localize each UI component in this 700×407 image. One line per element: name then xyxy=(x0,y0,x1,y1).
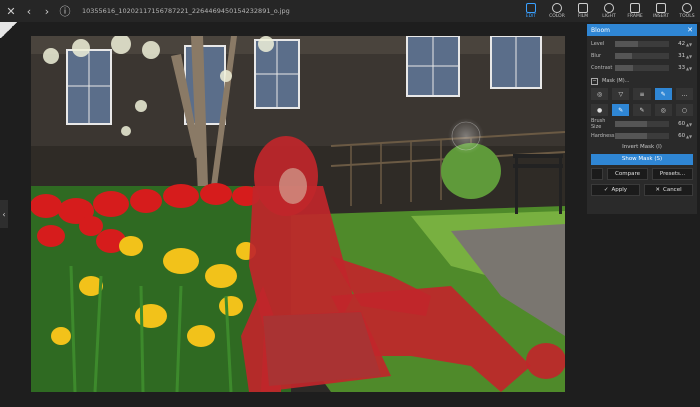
photo-preview xyxy=(31,36,565,392)
file-name: 10355616_10202117156787221_2264469450154… xyxy=(82,7,290,15)
cancel-button[interactable]: ✕ Cancel xyxy=(644,184,693,196)
apply-button[interactable]: ✓ Apply xyxy=(591,184,640,196)
tab-tools-label: TOOLS xyxy=(679,14,695,19)
invert-mask-button[interactable]: Invert Mask (I) xyxy=(587,142,697,153)
tab-film-label: FILM xyxy=(577,14,589,19)
slider-value[interactable]: 60 xyxy=(669,121,685,127)
info-icon[interactable]: ⓘ xyxy=(58,4,72,18)
close-icon[interactable]: ✕ xyxy=(687,26,693,34)
slider-level: Level 42 ▲▼ xyxy=(587,38,697,50)
spinner-icon[interactable]: ▲▼ xyxy=(685,42,693,47)
bloom-panel: Bloom ✕ Level 42 ▲▼ Blur 31 ▲▼ Contrast … xyxy=(587,24,697,214)
tools-icon xyxy=(682,3,692,13)
frame-icon xyxy=(630,3,640,13)
show-mask-button[interactable]: Show Mask (S) xyxy=(591,154,693,165)
tab-light-label: LIGHT xyxy=(602,14,616,19)
tab-color[interactable]: COLOR xyxy=(544,0,570,22)
spinner-icon[interactable]: ▲▼ xyxy=(685,122,693,127)
slider-fill xyxy=(614,121,648,127)
hardness-slider[interactable] xyxy=(614,133,670,139)
apply-label: Apply xyxy=(611,187,628,193)
slider-label: Level xyxy=(591,41,605,47)
close-icon: ✕ xyxy=(655,187,660,193)
compare-row: Compare Presets... xyxy=(587,166,697,182)
slider-fill xyxy=(614,65,633,71)
slider-value[interactable]: 42 xyxy=(669,41,685,47)
slider-label: Hardness xyxy=(591,133,615,139)
contrast-slider[interactable] xyxy=(614,65,670,71)
tab-edit-label: EDIT xyxy=(525,14,537,19)
corner-badge[interactable] xyxy=(0,22,18,38)
gradient-mask-icon[interactable]: ▽ xyxy=(612,88,630,100)
spinner-icon[interactable]: ▲▼ xyxy=(685,66,693,71)
slider-value[interactable]: 60 xyxy=(669,133,685,139)
tab-color-label: COLOR xyxy=(549,14,565,19)
back-arrow-icon[interactable]: ‹ xyxy=(22,4,36,18)
insert-icon xyxy=(656,3,666,13)
close-icon[interactable]: ✕ xyxy=(4,4,18,18)
sliders-icon xyxy=(526,3,536,13)
forward-arrow-icon[interactable]: › xyxy=(40,4,54,18)
film-icon xyxy=(578,3,588,13)
slider-brush-size: Brush Size 60 ▲▼ xyxy=(587,118,697,130)
panel-header: Bloom ✕ xyxy=(587,24,697,36)
history-icon[interactable] xyxy=(591,168,603,180)
mask-label[interactable]: Mask (M)... xyxy=(602,78,629,84)
ring-brush-icon[interactable]: ○ xyxy=(675,104,694,116)
collapse-icon[interactable]: − xyxy=(591,77,598,85)
slider-label: Blur xyxy=(591,53,602,59)
brush-size-slider[interactable] xyxy=(614,121,670,127)
tab-light[interactable]: LIGHT xyxy=(596,0,622,22)
tab-tools[interactable]: TOOLS xyxy=(674,0,700,22)
slider-label: Brush Size xyxy=(591,118,606,130)
left-panel-toggle[interactable]: ‹ xyxy=(0,200,8,228)
brush-cursor xyxy=(448,118,484,154)
slider-contrast: Contrast 33 ▲▼ xyxy=(587,62,697,74)
compare-button[interactable]: Compare xyxy=(607,168,648,180)
solid-brush-icon[interactable]: ● xyxy=(591,104,609,116)
slider-fill xyxy=(614,133,648,139)
cancel-label: Cancel xyxy=(662,187,682,193)
erase-brush-icon[interactable]: ✎ xyxy=(633,104,651,116)
linear-mask-icon[interactable]: ≡ xyxy=(633,88,651,100)
tab-frame[interactable]: FRAME xyxy=(622,0,648,22)
blur-slider[interactable] xyxy=(614,53,670,59)
brush-tools-row: ● ✎ ✎ ◎ ○ xyxy=(587,102,697,118)
radial-mask-icon[interactable]: ◎ xyxy=(591,88,609,100)
paint-brush-icon[interactable]: ✎ xyxy=(612,104,630,116)
check-icon: ✓ xyxy=(603,187,609,193)
presets-button[interactable]: Presets... xyxy=(652,168,693,180)
tab-frame-label: FRAME xyxy=(627,14,643,19)
panel-title: Bloom xyxy=(591,26,610,34)
tool-tabs: EDIT COLOR FILM LIGHT FRAME INSERT TOOLS xyxy=(518,0,700,22)
slider-fill xyxy=(614,53,632,59)
tab-edit[interactable]: EDIT xyxy=(518,0,544,22)
soft-brush-icon[interactable]: ◎ xyxy=(654,104,672,116)
tab-film[interactable]: FILM xyxy=(570,0,596,22)
slider-value[interactable]: 31 xyxy=(669,53,685,59)
spinner-icon[interactable]: ▲▼ xyxy=(685,54,693,59)
level-slider[interactable] xyxy=(614,41,670,47)
more-icon[interactable]: … xyxy=(675,88,694,100)
photo-canvas[interactable] xyxy=(31,36,565,392)
tab-insert-label: INSERT xyxy=(653,14,669,19)
tab-insert[interactable]: INSERT xyxy=(648,0,674,22)
sun-icon xyxy=(604,3,614,13)
mask-tools-row: ◎ ▽ ≡ ✎ … xyxy=(587,86,697,102)
spinner-icon[interactable]: ▲▼ xyxy=(685,134,693,139)
slider-blur: Blur 31 ▲▼ xyxy=(587,50,697,62)
slider-fill xyxy=(614,41,638,47)
mask-header[interactable]: − Mask (M)... xyxy=(587,76,697,86)
slider-value[interactable]: 33 xyxy=(669,65,685,71)
brush-mask-icon[interactable]: ✎ xyxy=(654,88,672,100)
color-circle-icon xyxy=(552,3,562,13)
top-toolbar: ✕ ‹ › ⓘ 10355616_10202117156787221_22644… xyxy=(0,0,700,22)
action-row: ✓ Apply ✕ Cancel xyxy=(587,182,697,198)
slider-hardness: Hardness 60 ▲▼ xyxy=(587,130,697,142)
slider-label: Contrast xyxy=(591,65,613,71)
